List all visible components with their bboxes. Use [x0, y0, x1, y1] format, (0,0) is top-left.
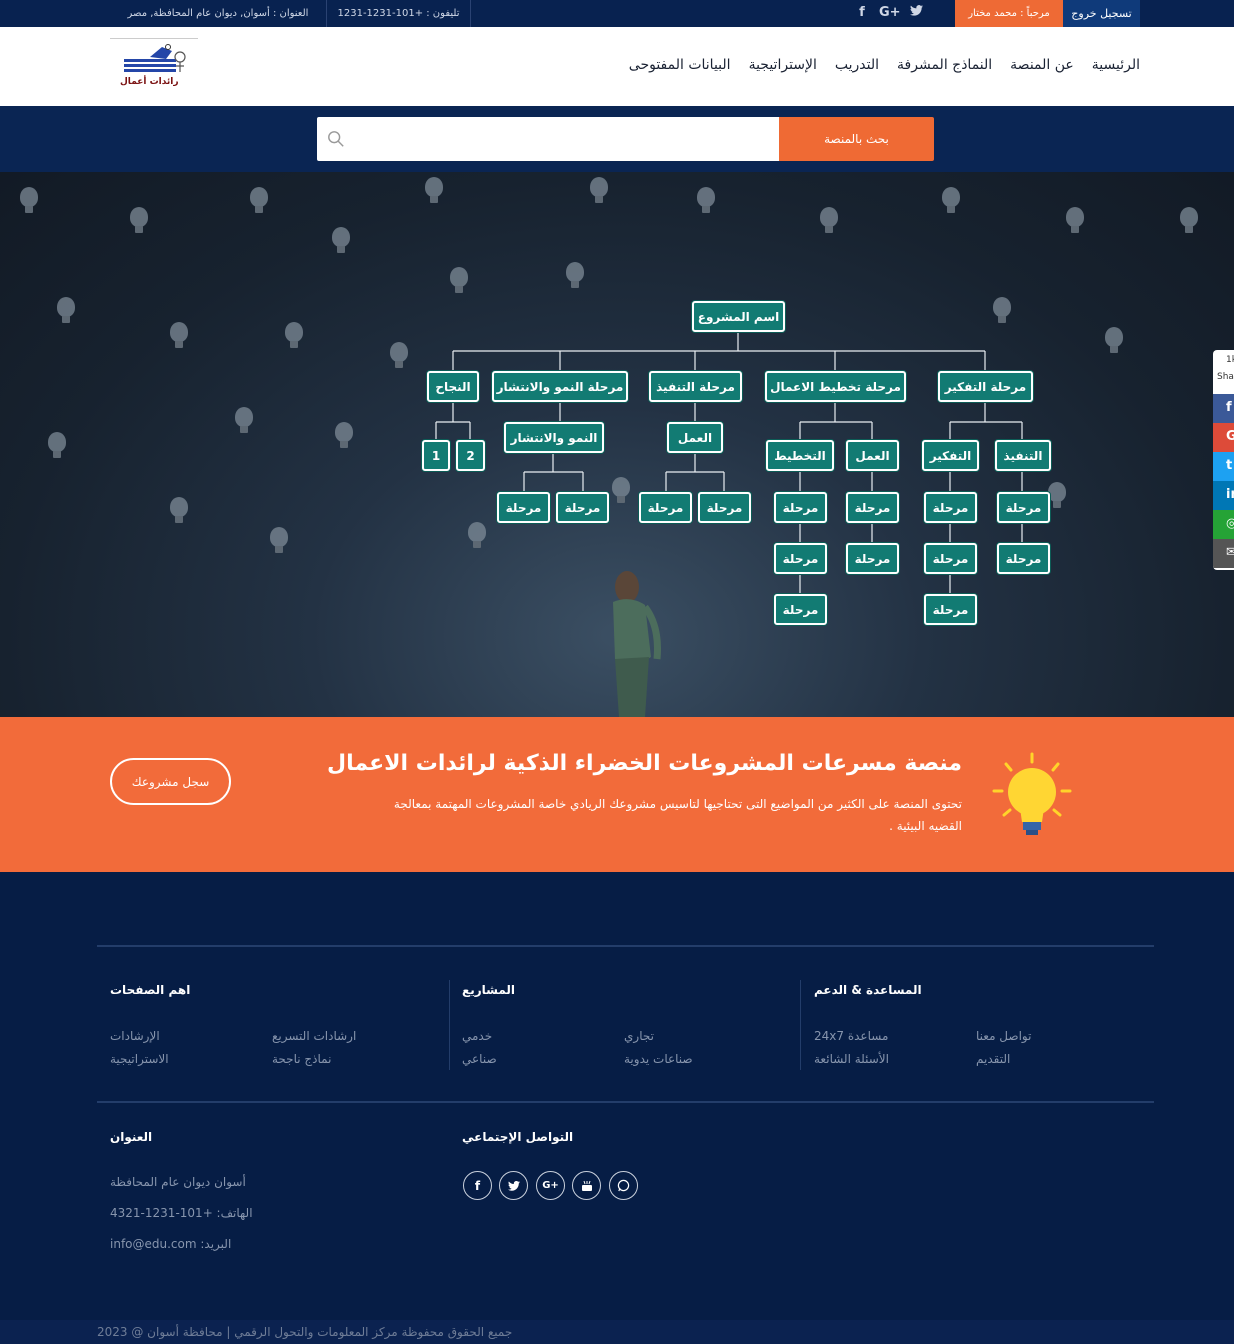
- footer-col-divider: [449, 980, 450, 1070]
- lightbulb-icon: [992, 752, 1072, 835]
- share-label: Share: [1217, 372, 1234, 382]
- share-email-icon[interactable]: ✉: [1213, 539, 1234, 568]
- nav-home[interactable]: الرئيسية: [1092, 57, 1140, 73]
- footer-divider: [97, 945, 1154, 947]
- logo-text: رائدات أعمال: [120, 77, 179, 87]
- footer-link[interactable]: الأسئلة الشائعة: [814, 1052, 889, 1066]
- chart-node-growth[interactable]: النمو والانتشار: [504, 422, 604, 453]
- footer-phone: الهاتف: +101-1231-4321: [110, 1206, 253, 1220]
- footer-divider: [97, 1101, 1154, 1103]
- nav-strategy[interactable]: الإستراتيجية: [749, 57, 817, 73]
- chart-node-stage[interactable]: مرحلة: [846, 543, 899, 574]
- footer-link[interactable]: التقديم: [976, 1052, 1010, 1066]
- chart-node-stage[interactable]: مرحلة: [924, 594, 977, 625]
- main-nav: الرئيسية عن المنصة النماذج المشرفة التدر…: [629, 57, 1140, 73]
- search-button[interactable]: بحث بالمنصة: [779, 117, 934, 161]
- facebook-icon[interactable]: f: [855, 5, 869, 20]
- footer-link[interactable]: تواصل معنا: [976, 1029, 1031, 1043]
- site-logo[interactable]: رائدات أعمال: [110, 38, 198, 95]
- chart-node-stage[interactable]: مرحلة: [639, 492, 692, 523]
- chart-node-thinking[interactable]: التفكير: [922, 440, 979, 471]
- chart-node-stage[interactable]: مرحلة: [774, 594, 827, 625]
- chart-node-1[interactable]: 1: [422, 440, 450, 471]
- cta-banner: منصة مسرعات المشروعات الخضراء الذكية لرا…: [0, 717, 1234, 872]
- footer-link[interactable]: خدمي: [462, 1029, 492, 1043]
- chart-node-planning-stage[interactable]: مرحلة تخطيط الاعمال: [765, 371, 906, 402]
- chart-node-stage[interactable]: مرحلة: [774, 492, 827, 523]
- footer-link[interactable]: مساعدة 24x7: [814, 1029, 888, 1043]
- google-plus-icon[interactable]: G+: [879, 5, 901, 20]
- chart-node-stage[interactable]: مرحلة: [997, 543, 1050, 574]
- footer-link[interactable]: صناعات يدوية: [624, 1052, 693, 1066]
- share-sidebar: 1k Share f G t in ◎ ✉: [1213, 350, 1234, 570]
- nav-models[interactable]: النماذج المشرفة: [897, 57, 992, 73]
- youtube-icon[interactable]: [572, 1171, 601, 1200]
- nav-training[interactable]: التدريب: [835, 57, 879, 73]
- share-google-icon[interactable]: G: [1213, 423, 1234, 452]
- google-plus-icon[interactable]: G+: [536, 1171, 565, 1200]
- logout-button[interactable]: تسجيل خروج: [1063, 0, 1140, 27]
- share-twitter-icon[interactable]: t: [1213, 452, 1234, 481]
- search-input[interactable]: [317, 117, 780, 161]
- chart-node-execution[interactable]: التنفيذ: [995, 440, 1051, 471]
- welcome-user[interactable]: مرحباً : محمد مختار: [955, 0, 1063, 27]
- footer-address-title: العنوان: [110, 1130, 153, 1144]
- footer-link[interactable]: الاستراتيجية: [110, 1052, 169, 1066]
- footer: اهم الصفحات ارشادات التسريع الإرشادات نم…: [0, 872, 1234, 1344]
- banner-title: منصة مسرعات المشروعات الخضراء الذكية لرا…: [327, 751, 962, 776]
- footer-email[interactable]: البريد: info@edu.com: [110, 1237, 231, 1251]
- register-project-button[interactable]: سجل مشروعك: [110, 758, 231, 805]
- copyright-text: جميع الحقوق محفوظة مركز المعلومات والتحو…: [97, 1325, 513, 1339]
- footer-link[interactable]: نماذج ناجحة: [272, 1052, 331, 1066]
- footer-support-title: المساعدة & الدعم: [814, 983, 922, 997]
- chart-node-execution-stage[interactable]: مرحلة التنفيذ: [649, 371, 742, 402]
- chart-node-stage[interactable]: مرحلة: [774, 543, 827, 574]
- hero-section: اسم المشروع مرحلة التفكير مرحلة تخطيط ال…: [0, 172, 1234, 717]
- share-whatsapp-icon[interactable]: ◎: [1213, 510, 1234, 539]
- share-facebook-icon[interactable]: f: [1213, 394, 1234, 423]
- chart-node-thinking-stage[interactable]: مرحلة التفكير: [938, 371, 1033, 402]
- chart-node-success[interactable]: النجاح: [427, 371, 479, 402]
- footer-link[interactable]: صناعي: [462, 1052, 497, 1066]
- chart-node-stage[interactable]: مرحلة: [698, 492, 751, 523]
- chart-node-stage[interactable]: مرحلة: [846, 492, 899, 523]
- chart-node-root[interactable]: اسم المشروع: [692, 301, 785, 332]
- share-linkedin-icon[interactable]: in: [1213, 481, 1234, 510]
- top-bar: تسجيل خروج مرحباً : محمد مختار f G+ تليف…: [0, 0, 1234, 27]
- chart-node-stage[interactable]: مرحلة: [997, 492, 1050, 523]
- copyright-bar: جميع الحقوق محفوظة مركز المعلومات والتحو…: [0, 1320, 1234, 1344]
- chart-node-stage[interactable]: مرحلة: [924, 543, 977, 574]
- share-count: 1k: [1226, 355, 1234, 365]
- footer-pages-title: اهم الصفحات: [110, 983, 191, 997]
- footer-address-line: أسوان ديوان عام المحافظة: [110, 1175, 246, 1189]
- footer-link[interactable]: الإرشادات: [110, 1029, 160, 1043]
- whatsapp-icon[interactable]: [609, 1171, 638, 1200]
- phone-info: تليفون : +101-1231-1231: [326, 0, 471, 27]
- banner-text: تحتوى المنصة على الكثير من المواضيع التى…: [393, 797, 962, 833]
- nav-about[interactable]: عن المنصة: [1010, 57, 1074, 73]
- chart-node-growth-stage[interactable]: مرحلة النمو والانتشار: [492, 371, 628, 402]
- chart-node-2[interactable]: 2: [456, 440, 485, 471]
- footer-projects-title: المشاريع: [462, 983, 515, 997]
- chart-node-stage[interactable]: مرحلة: [556, 492, 609, 523]
- top-social-links: f G+: [855, 5, 923, 20]
- main-header: رائدات أعمال الرئيسية عن المنصة النماذج …: [0, 27, 1234, 106]
- logo-graphic-icon: [124, 44, 186, 72]
- search-icon: [328, 131, 344, 147]
- search-band: بحث بالمنصة: [0, 106, 1234, 172]
- chart-node-stage[interactable]: مرحلة: [924, 492, 977, 523]
- twitter-icon[interactable]: [909, 5, 923, 20]
- footer-social-title: التواصل الإجتماعي: [462, 1130, 574, 1144]
- chart-node-work-execution[interactable]: العمل: [667, 422, 723, 453]
- chart-node-planning[interactable]: التخطيط: [766, 440, 834, 471]
- chart-node-stage[interactable]: مرحلة: [497, 492, 550, 523]
- chart-node-work[interactable]: العمل: [846, 440, 899, 471]
- twitter-icon[interactable]: [499, 1171, 528, 1200]
- address-info: العنوان : أسوان, ديوان عام المحافظة, مصر: [127, 8, 309, 19]
- nav-open-data[interactable]: البيانات المفتوحى: [629, 57, 731, 73]
- facebook-icon[interactable]: f: [463, 1171, 492, 1200]
- footer-col-divider: [800, 980, 801, 1070]
- footer-link[interactable]: تجاري: [624, 1029, 654, 1043]
- footer-link[interactable]: ارشادات التسريع: [272, 1029, 356, 1043]
